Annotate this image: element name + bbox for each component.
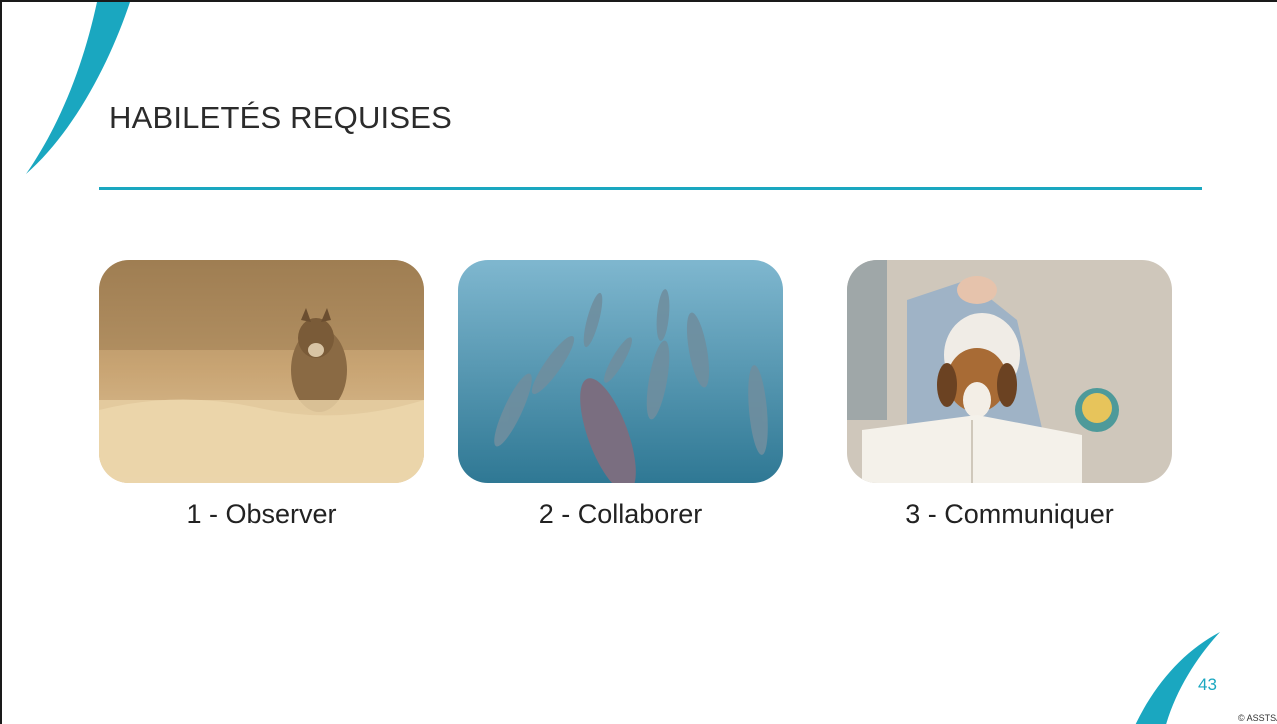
accent-swoosh-top <box>26 2 130 174</box>
copyright-notice: © ASSTSA <box>1238 713 1277 723</box>
slide-title: HABILETÉS REQUISES <box>109 100 452 135</box>
accent-swoosh-bottom <box>1135 632 1220 724</box>
card-communiquer-caption: 3 - Communiquer <box>905 499 1114 529</box>
card-collaborer-image <box>458 260 783 483</box>
title-underline <box>99 187 1202 190</box>
card-communiquer-image <box>847 260 1172 483</box>
page-number: 43 <box>1198 675 1217 694</box>
card-observer-image <box>99 260 424 483</box>
card-collaborer-caption: 2 - Collaborer <box>538 499 703 529</box>
card-observer-caption: 1 - Observer <box>186 499 337 529</box>
slide: HABILETÉS REQUISES 1 - Observer 2 - Coll… <box>0 0 1277 724</box>
